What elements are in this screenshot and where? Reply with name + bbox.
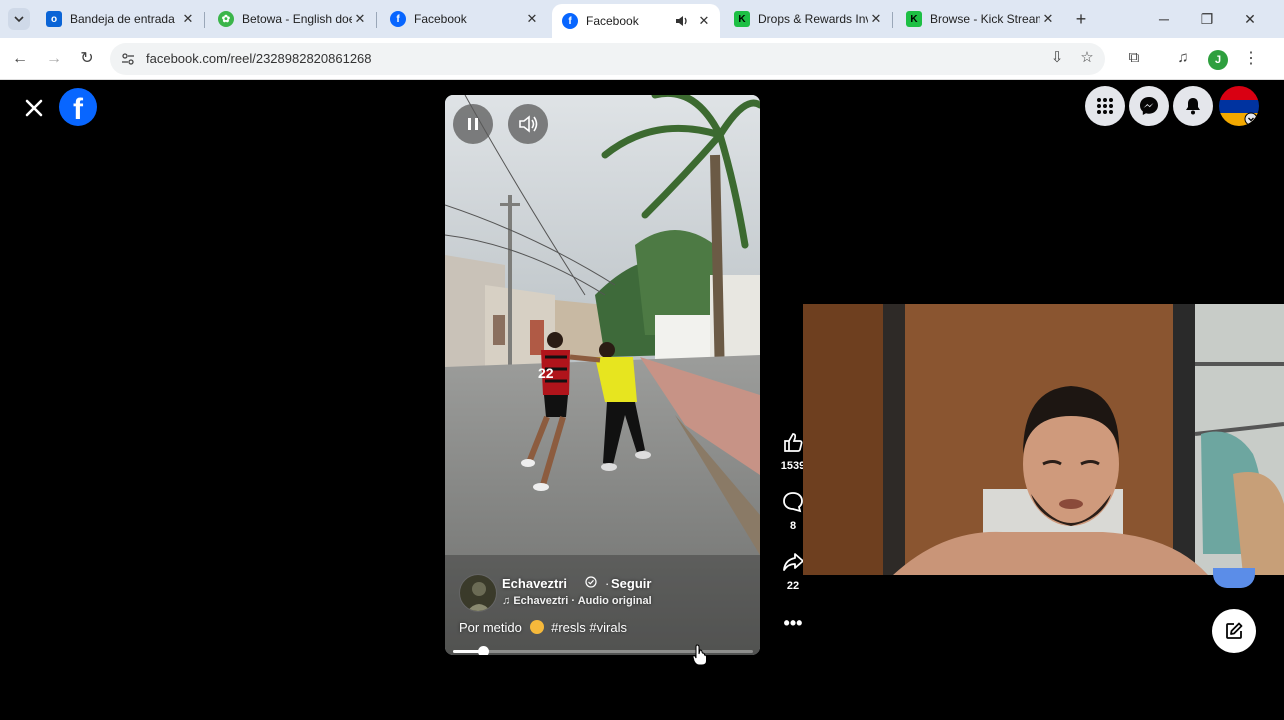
close-reel-icon[interactable] bbox=[22, 96, 46, 120]
back-button[interactable]: ← bbox=[9, 48, 31, 70]
tab-title: Browse - Kick Stream bbox=[930, 12, 1040, 26]
outlook-icon: o bbox=[46, 11, 62, 27]
tab-separator bbox=[204, 12, 205, 28]
tab-kick-drops[interactable]: K Drops & Rewards Inv ✕ bbox=[724, 6, 893, 32]
kick-icon: K bbox=[906, 11, 922, 27]
emoji-icon bbox=[529, 620, 544, 634]
flag-avatar-image bbox=[1219, 86, 1259, 126]
address-bar[interactable]: facebook.com/reel/2328982820861268 bbox=[110, 43, 1105, 75]
reel-video[interactable]: 22 Echaveztri · Seguir ♫ Echaveztri · Au… bbox=[445, 95, 760, 655]
kick-icon: K bbox=[734, 11, 750, 27]
author-row: Echaveztri · Seguir ♫ Echaveztri · Audio… bbox=[459, 574, 749, 614]
tab-strip: o Bandeja de entrada ✕ ✿ Betowa - Englis… bbox=[0, 0, 1284, 38]
video-progress-bar[interactable] bbox=[453, 646, 753, 655]
share-icon bbox=[783, 553, 804, 571]
speaker-icon[interactable] bbox=[674, 13, 690, 29]
forward-button[interactable]: → bbox=[43, 48, 65, 70]
betowa-icon: ✿ bbox=[218, 11, 234, 27]
webcam-feed-image bbox=[803, 304, 1284, 575]
tab-facebook[interactable]: f Facebook ✕ bbox=[380, 6, 548, 32]
verified-icon bbox=[585, 576, 597, 588]
volume-button[interactable] bbox=[508, 104, 548, 144]
audio-label[interactable]: ♫ Echaveztri · Audio original bbox=[502, 595, 652, 607]
jersey-number: 22 bbox=[538, 365, 554, 381]
url-text: facebook.com/reel/2328982820861268 bbox=[146, 51, 372, 66]
thumbs-up-icon bbox=[784, 433, 803, 452]
author-name[interactable]: Echaveztri bbox=[502, 576, 567, 591]
more-icon: ••• bbox=[783, 613, 803, 633]
tab-facebook-active[interactable]: f Facebook ✕ bbox=[552, 4, 720, 38]
tab-kick-browse[interactable]: K Browse - Kick Stream ✕ bbox=[896, 6, 1064, 32]
tab-close-icon[interactable]: ✕ bbox=[180, 11, 196, 27]
follow-button[interactable]: Seguir bbox=[611, 576, 651, 591]
more-options-button[interactable]: ••• bbox=[776, 613, 810, 634]
reel-caption: Por metido #resls #virals bbox=[459, 620, 627, 635]
music-note-icon: ♫ bbox=[502, 595, 514, 607]
account-avatar[interactable] bbox=[1219, 86, 1259, 126]
facebook-icon: f bbox=[562, 13, 578, 29]
tab-close-icon[interactable]: ✕ bbox=[1040, 11, 1056, 27]
close-window-button[interactable]: ✕ bbox=[1240, 9, 1260, 29]
new-tab-button[interactable]: + bbox=[1071, 9, 1091, 29]
fab-partial-button[interactable] bbox=[1213, 568, 1255, 588]
minimize-button[interactable]: ─ bbox=[1154, 9, 1174, 29]
tab-close-icon[interactable]: ✕ bbox=[524, 11, 540, 27]
progress-handle[interactable] bbox=[478, 646, 489, 655]
pause-button[interactable] bbox=[453, 104, 493, 144]
facebook-icon: f bbox=[390, 11, 406, 27]
notifications-button[interactable] bbox=[1173, 86, 1213, 126]
tab-separator bbox=[376, 12, 377, 28]
site-settings-icon[interactable] bbox=[120, 51, 136, 67]
bell-icon bbox=[1186, 98, 1200, 115]
author-avatar-image bbox=[467, 582, 491, 611]
tab-title: Drops & Rewards Inv bbox=[758, 12, 868, 26]
chevron-down-icon bbox=[14, 16, 24, 23]
share-count: 22 bbox=[786, 580, 800, 592]
grid-icon bbox=[1097, 98, 1113, 114]
bookmark-star-icon[interactable]: ☆ bbox=[1077, 48, 1097, 68]
caption-text: Por metido bbox=[459, 620, 522, 635]
hand-cursor-icon bbox=[692, 644, 707, 666]
tab-separator bbox=[892, 12, 893, 28]
messenger-button[interactable] bbox=[1129, 86, 1169, 126]
separator-dot: · bbox=[605, 576, 610, 591]
reel-page: f 22 Echaveztri · Seguir ♫ Echaveztri · … bbox=[0, 81, 1284, 720]
install-app-icon[interactable]: ⇩ bbox=[1047, 48, 1067, 68]
volume-icon bbox=[519, 115, 538, 133]
menu-grid-button[interactable] bbox=[1085, 86, 1125, 126]
tab-close-icon[interactable]: ✕ bbox=[868, 11, 884, 27]
tab-title: Betowa - English doe bbox=[242, 12, 352, 26]
tab-betowa[interactable]: ✿ Betowa - English doe ✕ bbox=[208, 6, 377, 32]
extensions-icon[interactable]: ⧉ bbox=[1124, 48, 1144, 68]
profile-avatar[interactable]: J bbox=[1208, 50, 1228, 70]
facebook-logo[interactable]: f bbox=[59, 88, 97, 126]
new-message-button[interactable] bbox=[1212, 609, 1256, 653]
reload-button[interactable]: ↻ bbox=[76, 48, 98, 70]
tab-title: Facebook bbox=[586, 14, 639, 28]
tab-close-icon[interactable]: ✕ bbox=[696, 13, 712, 29]
pause-icon bbox=[468, 118, 478, 130]
tab-search-button[interactable] bbox=[8, 8, 30, 30]
author-avatar[interactable] bbox=[459, 574, 497, 612]
audio-text: Echaveztri · Audio original bbox=[513, 595, 652, 607]
video-frame-image: 22 bbox=[445, 95, 760, 655]
media-control-icon[interactable]: ♫ bbox=[1173, 48, 1193, 68]
tab-outlook[interactable]: o Bandeja de entrada ✕ bbox=[36, 6, 205, 32]
webcam-overlay bbox=[803, 304, 1284, 575]
restore-button[interactable]: ❐ bbox=[1197, 9, 1217, 29]
browser-toolbar: ← → ↻ facebook.com/reel/2328982820861268… bbox=[0, 38, 1284, 80]
tab-title: Facebook bbox=[414, 12, 467, 26]
tab-title: Bandeja de entrada bbox=[70, 12, 175, 26]
comment-icon bbox=[783, 492, 803, 513]
compose-icon bbox=[1226, 622, 1243, 639]
browser-menu-icon[interactable]: ⋮ bbox=[1241, 48, 1261, 70]
caption-hashtags[interactable]: #resls #virals bbox=[551, 620, 627, 635]
messenger-icon bbox=[1140, 97, 1158, 115]
tab-close-icon[interactable]: ✕ bbox=[352, 11, 368, 27]
